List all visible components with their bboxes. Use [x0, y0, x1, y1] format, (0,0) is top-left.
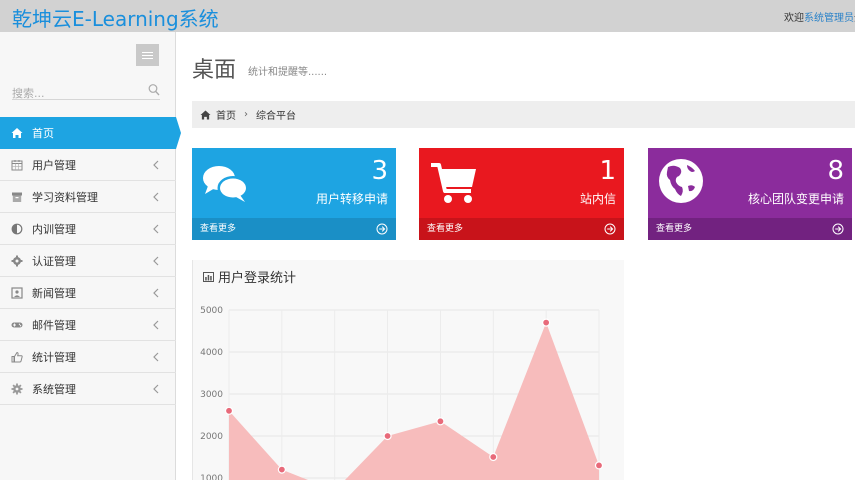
y-tick-label: 2000: [200, 432, 223, 442]
globe-icon: [659, 159, 703, 203]
stat-label: 用户转移申请: [315, 192, 388, 206]
view-more-label: 查看更多: [427, 224, 464, 234]
page-subtitle: 统计和提醒等......: [248, 67, 328, 78]
view-more-link[interactable]: 查看更多: [419, 218, 624, 240]
login-stats-panel: 1000 2000 3000 4000 5000 用户登录统计: [192, 260, 624, 480]
search-icon[interactable]: [148, 83, 160, 97]
sidebar: 首页 用户管理 学习资料管理 内训管理 认证管理 新闻管理: [0, 32, 181, 480]
arrow-circle-right-icon: [604, 223, 616, 235]
gamepad-icon: [11, 322, 23, 327]
view-more-link[interactable]: 查看更多: [648, 218, 852, 240]
home-icon: [11, 128, 23, 138]
archive-icon: [12, 192, 22, 202]
adjust-icon: [11, 223, 23, 234]
sidebar-item-news[interactable]: 新闻管理: [0, 277, 176, 309]
user-link[interactable]: 系统管理员: [804, 13, 854, 24]
y-tick-label: 1000: [200, 474, 223, 480]
breadcrumb-home-link[interactable]: 首页: [216, 107, 236, 122]
chevron-left-icon: [153, 256, 159, 266]
breadcrumb-separator: ›: [244, 109, 248, 120]
sidebar-item-study-materials[interactable]: 学习资料管理: [0, 181, 176, 213]
view-more-label: 查看更多: [656, 224, 693, 234]
stat-card-site-message[interactable]: 1 站内信 查看更多: [419, 148, 624, 240]
sidebar-item-home[interactable]: 首页: [0, 117, 181, 149]
stat-card-core-team-change[interactable]: 8 核心团队变更申请 查看更多: [648, 148, 852, 240]
sidebar-item-label: 用户管理: [32, 158, 76, 172]
hamburger-line: [142, 51, 153, 53]
picture-icon: [11, 286, 23, 299]
chevron-left-icon: [153, 288, 159, 298]
cog-icon: [11, 255, 23, 266]
arrow-circle-right-icon: [832, 223, 844, 235]
y-tick-label: 3000: [200, 390, 223, 400]
stat-label: 核心团队变更申请: [747, 192, 844, 206]
sidebar-item-label: 首页: [32, 127, 54, 140]
menu-toggle-button[interactable]: [136, 44, 159, 66]
app-brand[interactable]: 乾坤云E-Learning系统: [12, 3, 219, 32]
top-header: 乾坤云E-Learning系统 欢迎系统管理员登: [0, 0, 855, 32]
stat-value: 8: [827, 156, 844, 186]
gear-icon: [11, 383, 23, 394]
breadcrumb-current: 综合平台: [256, 111, 296, 122]
y-tick-label: 5000: [200, 306, 223, 316]
data-point: [277, 465, 286, 474]
cart-icon: [431, 163, 476, 203]
chevron-left-icon: [153, 224, 159, 234]
bar-chart-icon: [203, 271, 214, 282]
stat-label: 站内信: [579, 192, 616, 206]
stat-card-user-transfer[interactable]: 3 用户转移申请 查看更多: [192, 148, 396, 240]
stat-value: 3: [371, 156, 388, 186]
sidebar-nav: 首页 用户管理 学习资料管理 内训管理 认证管理 新闻管理 邮件管理 统计管理 …: [0, 117, 181, 405]
view-more-link[interactable]: 查看更多: [192, 218, 396, 240]
y-tick-label: 4000: [200, 348, 223, 358]
data-point: [383, 431, 392, 441]
chart-title-text: 用户登录统计: [218, 271, 297, 286]
search-input[interactable]: [12, 85, 142, 102]
chart-title: 用户登录统计: [203, 267, 296, 286]
calendar-icon: [11, 159, 23, 170]
data-point: [224, 406, 234, 415]
sidebar-item-label: 认证管理: [32, 254, 76, 268]
hamburger-line: [142, 57, 153, 59]
chevron-left-icon: [153, 320, 159, 330]
home-icon: [200, 109, 211, 120]
sidebar-item-label: 新闻管理: [32, 286, 76, 300]
sidebar-item-label: 内训管理: [32, 222, 76, 236]
data-point: [436, 417, 445, 426]
data-point: [542, 318, 551, 327]
sidebar-item-label: 统计管理: [32, 350, 76, 364]
sidebar-item-certification[interactable]: 认证管理: [0, 245, 176, 277]
chevron-left-icon: [153, 352, 159, 362]
sidebar-item-users[interactable]: 用户管理: [0, 149, 176, 181]
chevron-left-icon: [153, 160, 159, 170]
welcome-prefix: 欢迎: [784, 13, 804, 24]
sidebar-item-statistics[interactable]: 统计管理: [0, 341, 176, 373]
breadcrumb: 首页 › 综合平台: [192, 101, 855, 128]
sidebar-item-label: 系统管理: [32, 382, 76, 396]
data-point: [594, 461, 604, 470]
page-title: 桌面: [192, 58, 237, 83]
welcome-text: 欢迎系统管理员登: [784, 9, 855, 24]
comments-icon: [203, 166, 248, 202]
login-area-series: [229, 322, 599, 480]
hamburger-line: [142, 54, 153, 56]
sidebar-item-system[interactable]: 系统管理: [0, 373, 176, 405]
sidebar-item-label: 学习资料管理: [32, 190, 98, 204]
sidebar-item-training[interactable]: 内训管理: [0, 213, 176, 245]
data-point: [489, 452, 498, 462]
stat-value: 1: [599, 156, 616, 186]
chevron-left-icon: [153, 192, 159, 202]
view-more-label: 查看更多: [200, 224, 237, 234]
sidebar-item-mail[interactable]: 邮件管理: [0, 309, 176, 341]
login-stats-chart: 1000 2000 3000 4000 5000: [200, 306, 604, 480]
sidebar-search: [12, 82, 160, 102]
sidebar-item-label: 邮件管理: [32, 318, 76, 332]
chevron-left-icon: [153, 384, 159, 394]
thumbs-up-icon: [11, 351, 23, 362]
arrow-circle-right-icon: [376, 223, 388, 235]
